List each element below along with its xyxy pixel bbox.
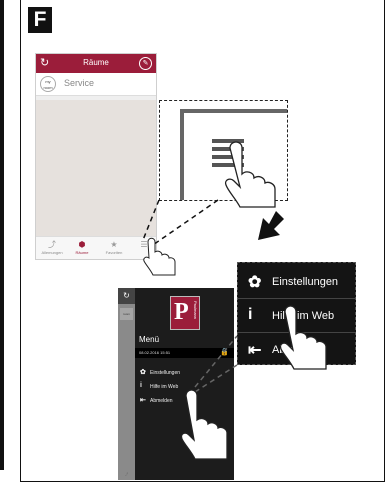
menu-icon[interactable]: [212, 139, 244, 171]
timeline-icon: ⤴: [124, 472, 128, 476]
info-icon: i: [248, 306, 253, 323]
zoom-menu-items: ✿ Einstellungen i Hilfe im Web ⇤ Abmelde…: [237, 262, 356, 365]
menu-item-logout[interactable]: ⇤ Abmelden: [238, 337, 355, 363]
room-content-area: [36, 100, 156, 238]
app-header: ↻ Räume ✎: [36, 54, 156, 73]
edit-icon[interactable]: ✎: [139, 57, 152, 70]
divider: [238, 332, 355, 333]
nav-label: Räume: [75, 250, 89, 255]
phone-screen-rooms: ↻ Räume ✎ my room Service ⤴ Allemungen ⬢ …: [35, 53, 157, 260]
nav-item-raeume[interactable]: ⬢ Räume: [69, 239, 95, 255]
lock-icon[interactable]: 🔒: [220, 348, 229, 356]
nav-item-favoriten[interactable]: ★ Favoriten: [101, 239, 127, 255]
star-icon: ★: [110, 240, 118, 249]
info-icon: i: [140, 382, 142, 389]
zoom-divider: [180, 109, 287, 113]
room-label: Service: [64, 78, 95, 88]
paulmann-logo: P Paulmann: [170, 296, 200, 330]
timeline-icon: ⤴: [48, 240, 56, 249]
nav-item-allemungen[interactable]: ⤴ Allemungen: [39, 239, 65, 255]
session-date: 08.02.2016 15:51: [139, 350, 171, 355]
bottom-nav: ⤴ Allemungen ⬢ Räume ★ Favoriten ☰: [36, 236, 156, 259]
menu-item-help[interactable]: i Hilfe im Web: [238, 303, 355, 329]
menu-item-settings[interactable]: ✿ Einstellungen: [135, 368, 234, 380]
header-title: Räume: [83, 58, 109, 67]
logout-icon: ⇤: [248, 342, 262, 359]
myroom-logo: my room: [40, 76, 56, 92]
step-badge: F: [28, 7, 52, 33]
nav-label: Favoriten: [105, 250, 123, 255]
zoom-menu-button: [159, 100, 288, 201]
menu-item-settings[interactable]: ✿ Einstellungen: [238, 269, 355, 295]
divider: [238, 298, 355, 299]
phone-screen-menu: ↻ room ⤴ P Paulmann Menü 08.02.2016 15:5…: [118, 288, 234, 480]
side-menu: P Paulmann Menü 08.02.2016 15:51 🔒 ✿ Ein…: [135, 288, 234, 480]
room-icon: ⬢: [78, 240, 86, 249]
nav-label: Allemungen: [41, 250, 63, 255]
gear-icon: ✿: [140, 369, 146, 376]
background-app-strip: ↻ room ⤴: [118, 288, 135, 480]
refresh-icon: ↻: [118, 288, 135, 304]
zoom-divider: [180, 109, 184, 200]
logout-icon: ⇤: [140, 397, 146, 404]
nav-item-menu[interactable]: ☰: [131, 239, 156, 250]
menu-title: Menü: [139, 335, 160, 344]
menu-item-logout[interactable]: ⇤ Abmelden: [135, 396, 234, 408]
menu-icon: ☰: [140, 240, 148, 249]
left-border-rule: [0, 0, 4, 470]
myroom-logo: room: [120, 308, 133, 320]
room-row-service[interactable]: my room Service: [36, 73, 156, 96]
menu-item-help[interactable]: i Hilfe im Web: [135, 382, 234, 394]
session-bar: 08.02.2016 15:51 🔒: [135, 348, 234, 358]
gear-icon: ✿: [248, 274, 262, 291]
